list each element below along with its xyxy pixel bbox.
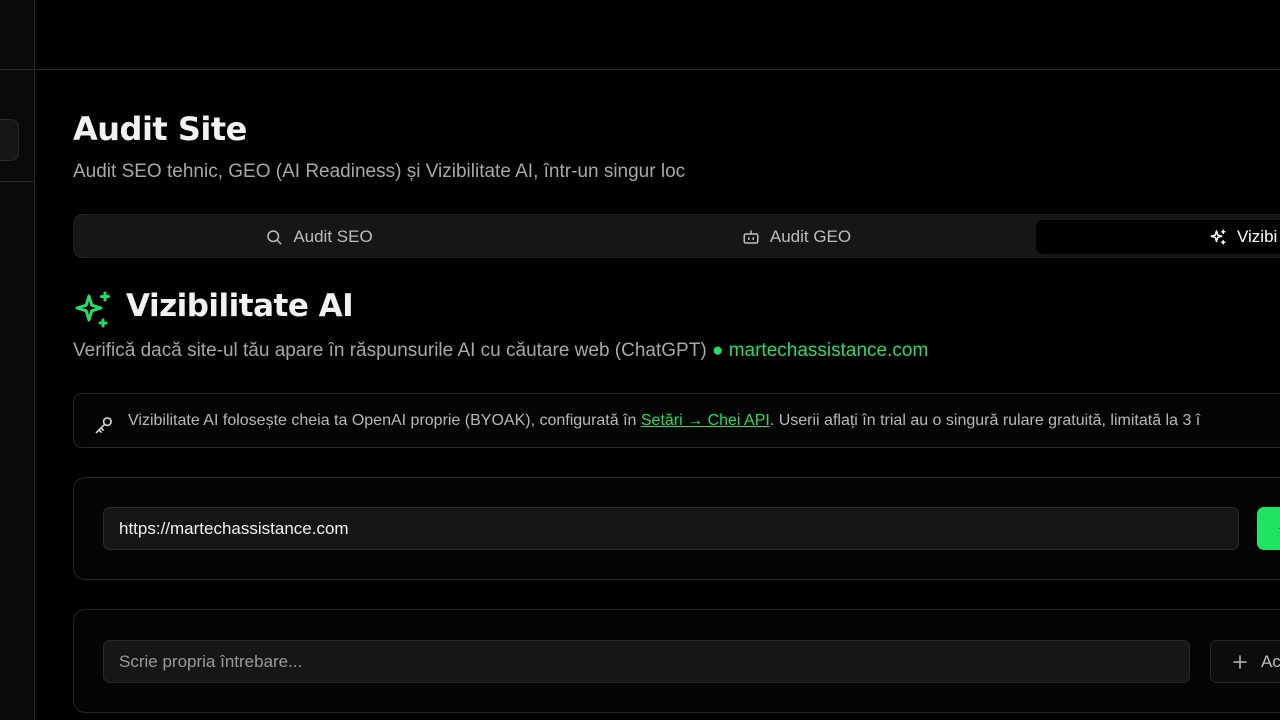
- settings-api-keys-link[interactable]: Setări → Chei API: [641, 412, 770, 429]
- url-input[interactable]: [103, 507, 1239, 550]
- section-description-text: Verifică dacă site-ul tău apare în răspu…: [73, 340, 707, 361]
- tab-audit-geo[interactable]: Audit GEO: [559, 220, 1034, 254]
- sparkles-icon: [1210, 229, 1226, 245]
- page-subtitle: Audit SEO tehnic, GEO (AI Readiness) și …: [73, 161, 686, 182]
- page-title: Audit Site: [73, 110, 247, 148]
- run-check-button[interactable]: ✦: [1257, 507, 1280, 550]
- custom-question-input[interactable]: [103, 640, 1190, 683]
- robot-icon: [743, 230, 759, 244]
- byoak-notice: Vizibilitate AI folosește cheia ta OpenA…: [73, 393, 1280, 448]
- main-content: Audit Site Audit SEO tehnic, GEO (AI Rea…: [73, 70, 1280, 720]
- tab-label: Audit GEO: [769, 227, 852, 246]
- add-question-label: Ac: [1261, 651, 1280, 671]
- tab-label: Audit SEO: [293, 227, 373, 246]
- tab-audit-seo[interactable]: Audit SEO: [79, 220, 559, 254]
- sidebar-nav-button[interactable]: [0, 119, 19, 161]
- plus-icon: [1233, 654, 1247, 669]
- notice-text-before: Vizibilitate AI folosește cheia ta OpenA…: [128, 411, 641, 429]
- key-icon: [95, 416, 112, 433]
- audit-tabs: Audit SEO Audit GEO Vizibi: [73, 214, 1280, 258]
- tab-vizibilitate-ai[interactable]: Vizibi: [1036, 220, 1280, 254]
- tab-label: Vizibi: [1237, 227, 1278, 246]
- notice-text: Vizibilitate AI folosește cheia ta OpenA…: [128, 412, 1200, 430]
- sidebar-header: [0, 0, 34, 70]
- search-icon: [267, 230, 282, 245]
- notice-text-after: . Userii aflați în trial au o singură ru…: [769, 411, 1201, 429]
- sparkles-icon: [75, 291, 110, 328]
- add-question-button[interactable]: Ac: [1210, 640, 1280, 683]
- app-root: Audit Site Audit SEO tehnic, GEO (AI Rea…: [0, 0, 1280, 720]
- top-bar: [35, 0, 1280, 70]
- section-description: Verifică dacă site-ul tău apare în răspu…: [73, 340, 928, 362]
- sidebar-divider: [0, 181, 34, 182]
- question-form-card: Ac: [73, 609, 1280, 713]
- section-title: Vizibilitate AI: [126, 288, 354, 324]
- sidebar: [0, 0, 35, 720]
- target-domain: ● martechassistance.com: [711, 340, 929, 361]
- url-form-card: ✦: [73, 477, 1280, 580]
